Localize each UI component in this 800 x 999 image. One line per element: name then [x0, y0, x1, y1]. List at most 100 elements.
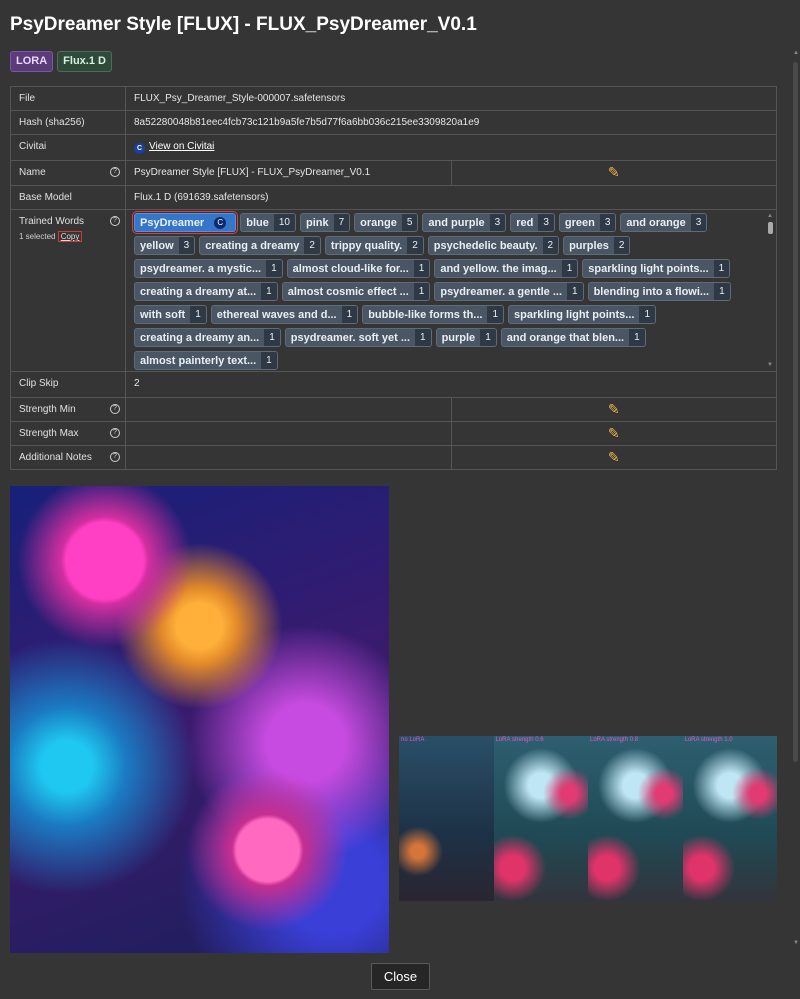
trained-word-count: 1: [714, 283, 730, 300]
page-scroll-down-icon[interactable]: ▼: [793, 940, 799, 946]
trained-word-count: 1: [487, 306, 504, 323]
civitai-label: Civitai: [10, 134, 126, 161]
edit-strength-max-button[interactable]: ✎: [450, 421, 777, 446]
trained-word-chip[interactable]: and yellow. the imag... 1: [434, 259, 579, 278]
trained-words-label: Trained Words: [19, 216, 85, 227]
trained-word-chip[interactable]: blue 10: [240, 213, 296, 232]
trained-word-count: 1: [415, 329, 431, 346]
trained-word-chip[interactable]: purple 1: [435, 328, 497, 347]
trained-word-text: almost cosmic effect ...: [287, 285, 409, 298]
trained-word-text: ethereal waves and d...: [216, 308, 337, 321]
edit-name-button[interactable]: ✎: [450, 160, 777, 186]
trained-word-chip[interactable]: green 3: [558, 213, 617, 232]
clip-skip-label: Clip Skip: [10, 371, 126, 398]
edit-strength-min-button[interactable]: ✎: [450, 397, 777, 422]
trained-words-cell: PsyDreamer C blue 10 pink 7 orange 5 and purple 3…: [125, 209, 777, 372]
trained-word-chip[interactable]: pink 7: [299, 213, 351, 232]
trained-word-chip[interactable]: psydreamer. a gentle ... 1: [434, 282, 584, 301]
trained-word-chip[interactable]: and orange 3: [620, 213, 708, 232]
help-icon[interactable]: ?: [110, 428, 120, 438]
comparison-tile: no LoRA: [399, 736, 494, 901]
trained-word-text: and yellow. the imag...: [440, 262, 557, 275]
trained-word-count: 1: [413, 260, 430, 277]
trained-word-text: almost cloud-like for...: [292, 262, 409, 275]
trained-word-chip[interactable]: psychedelic beauty. 2: [427, 236, 560, 255]
file-value: FLUX_Psy_Dreamer_Style-000007.safetensor…: [125, 86, 777, 111]
close-button[interactable]: Close: [371, 963, 430, 990]
trained-word-chip[interactable]: purples 2: [563, 236, 631, 255]
trained-word-chip[interactable]: almost cloud-like for... 1: [286, 259, 431, 278]
trained-word-chip[interactable]: ethereal waves and d... 1: [210, 305, 359, 324]
pencil-icon: ✎: [607, 401, 620, 417]
trained-word-chip[interactable]: almost painterly text... 1: [134, 351, 278, 370]
help-icon[interactable]: ?: [110, 167, 120, 177]
trained-word-text: with soft: [140, 308, 186, 321]
words-scrollbar[interactable]: ▲ ▼: [766, 213, 774, 368]
tile-label: LoRA strength 0.6: [495, 737, 544, 743]
trained-word-chip[interactable]: blending into a flowi... 1: [587, 282, 731, 301]
trained-word-text: orange: [360, 216, 397, 229]
trained-word-chip[interactable]: red 3: [510, 213, 555, 232]
trained-word-text: yellow: [140, 239, 174, 252]
trained-word-chip[interactable]: and orange that blen... 1: [500, 328, 646, 347]
page-scrollbar[interactable]: ▲ ▼: [791, 0, 800, 999]
scroll-up-icon[interactable]: ▲: [766, 213, 774, 219]
trained-word-count: 7: [333, 214, 350, 231]
help-icon[interactable]: ?: [110, 452, 120, 462]
additional-notes-label: Additional Notes: [19, 452, 92, 463]
help-icon[interactable]: ?: [110, 216, 120, 226]
trained-word-count: 1: [480, 329, 496, 346]
name-value: PsyDreamer Style [FLUX] - FLUX_PsyDreame…: [125, 160, 452, 186]
trained-word-chip[interactable]: psydreamer. a mystic... 1: [134, 259, 283, 278]
trained-words-list: PsyDreamer C blue 10 pink 7 orange 5 and purple 3…: [131, 211, 760, 370]
trained-word-chip[interactable]: creating a dreamy an... 1: [134, 328, 281, 347]
additional-notes-label-cell: Additional Notes ?: [10, 445, 126, 470]
preview-image-comparison[interactable]: no LoRA LoRA strength 0.6 LoRA strength …: [399, 736, 777, 901]
copy-button[interactable]: Copy: [57, 231, 83, 242]
page-scroll-thumb[interactable]: [793, 62, 798, 762]
trained-word-count: 1: [264, 329, 280, 346]
view-on-civitai-link[interactable]: View on Civitai: [149, 141, 214, 152]
trained-word-count: 2: [407, 237, 423, 254]
comparison-tile: LoRA strength 1.0: [682, 736, 777, 901]
tile-label: LoRA strength 0.8: [590, 737, 639, 743]
trained-word-text: purples: [569, 239, 609, 252]
trained-word-chip[interactable]: creating a dreamy at... 1: [134, 282, 278, 301]
trained-word-chip[interactable]: yellow 3: [134, 236, 196, 255]
edit-additional-notes-button[interactable]: ✎: [450, 445, 777, 470]
clip-skip-value: 2: [125, 371, 777, 398]
trained-word-chip[interactable]: almost cosmic effect ... 1: [281, 282, 431, 301]
trained-word-count: 2: [304, 237, 320, 254]
trained-word-text: psydreamer. a gentle ...: [440, 285, 563, 298]
preview-image-main[interactable]: [10, 486, 389, 953]
hash-value: 8a52280048b81eec4fcb73c121b9a5fe7b5d77f6…: [125, 110, 777, 135]
scroll-down-icon[interactable]: ▼: [766, 362, 774, 368]
trained-word-chip[interactable]: creating a dreamy 2: [199, 236, 321, 255]
trained-word-chip[interactable]: PsyDreamer C: [131, 211, 239, 234]
trained-word-text: sparkling light points...: [514, 308, 635, 321]
scroll-thumb[interactable]: [767, 222, 773, 234]
strength-max-label-cell: Strength Max ?: [10, 421, 126, 446]
pencil-icon: ✎: [607, 425, 620, 441]
trained-word-chip[interactable]: psydreamer. soft yet ... 1: [284, 328, 432, 347]
trained-word-chip[interactable]: sparkling light points... 1: [582, 259, 731, 278]
trained-word-chip[interactable]: sparkling light points... 1: [508, 305, 657, 324]
trained-word-count: 1: [261, 283, 277, 300]
trained-word-count: 10: [273, 214, 295, 231]
name-label: Name: [19, 167, 46, 178]
trained-word-count: 3: [489, 214, 506, 231]
trained-word-text: psychedelic beauty.: [433, 239, 538, 252]
trained-word-chip[interactable]: bubble-like forms th... 1: [362, 305, 505, 324]
trained-word-chip[interactable]: and purple 3: [422, 213, 507, 232]
page-title: PsyDreamer Style [FLUX] - FLUX_PsyDreame…: [10, 14, 477, 35]
page-scroll-up-icon[interactable]: ▲: [793, 50, 799, 56]
trained-word-text: blue: [246, 216, 269, 229]
help-icon[interactable]: ?: [110, 404, 120, 414]
additional-notes-value: [125, 445, 452, 470]
base-model-value: Flux.1 D (691639.safetensors): [125, 185, 777, 210]
trained-word-chip[interactable]: orange 5: [354, 213, 419, 232]
tile-label: LoRA strength 1.0: [684, 737, 733, 743]
trained-word-count: 1: [261, 352, 277, 369]
trained-word-chip[interactable]: trippy quality. 2: [324, 236, 424, 255]
trained-word-chip[interactable]: with soft 1: [134, 305, 207, 324]
